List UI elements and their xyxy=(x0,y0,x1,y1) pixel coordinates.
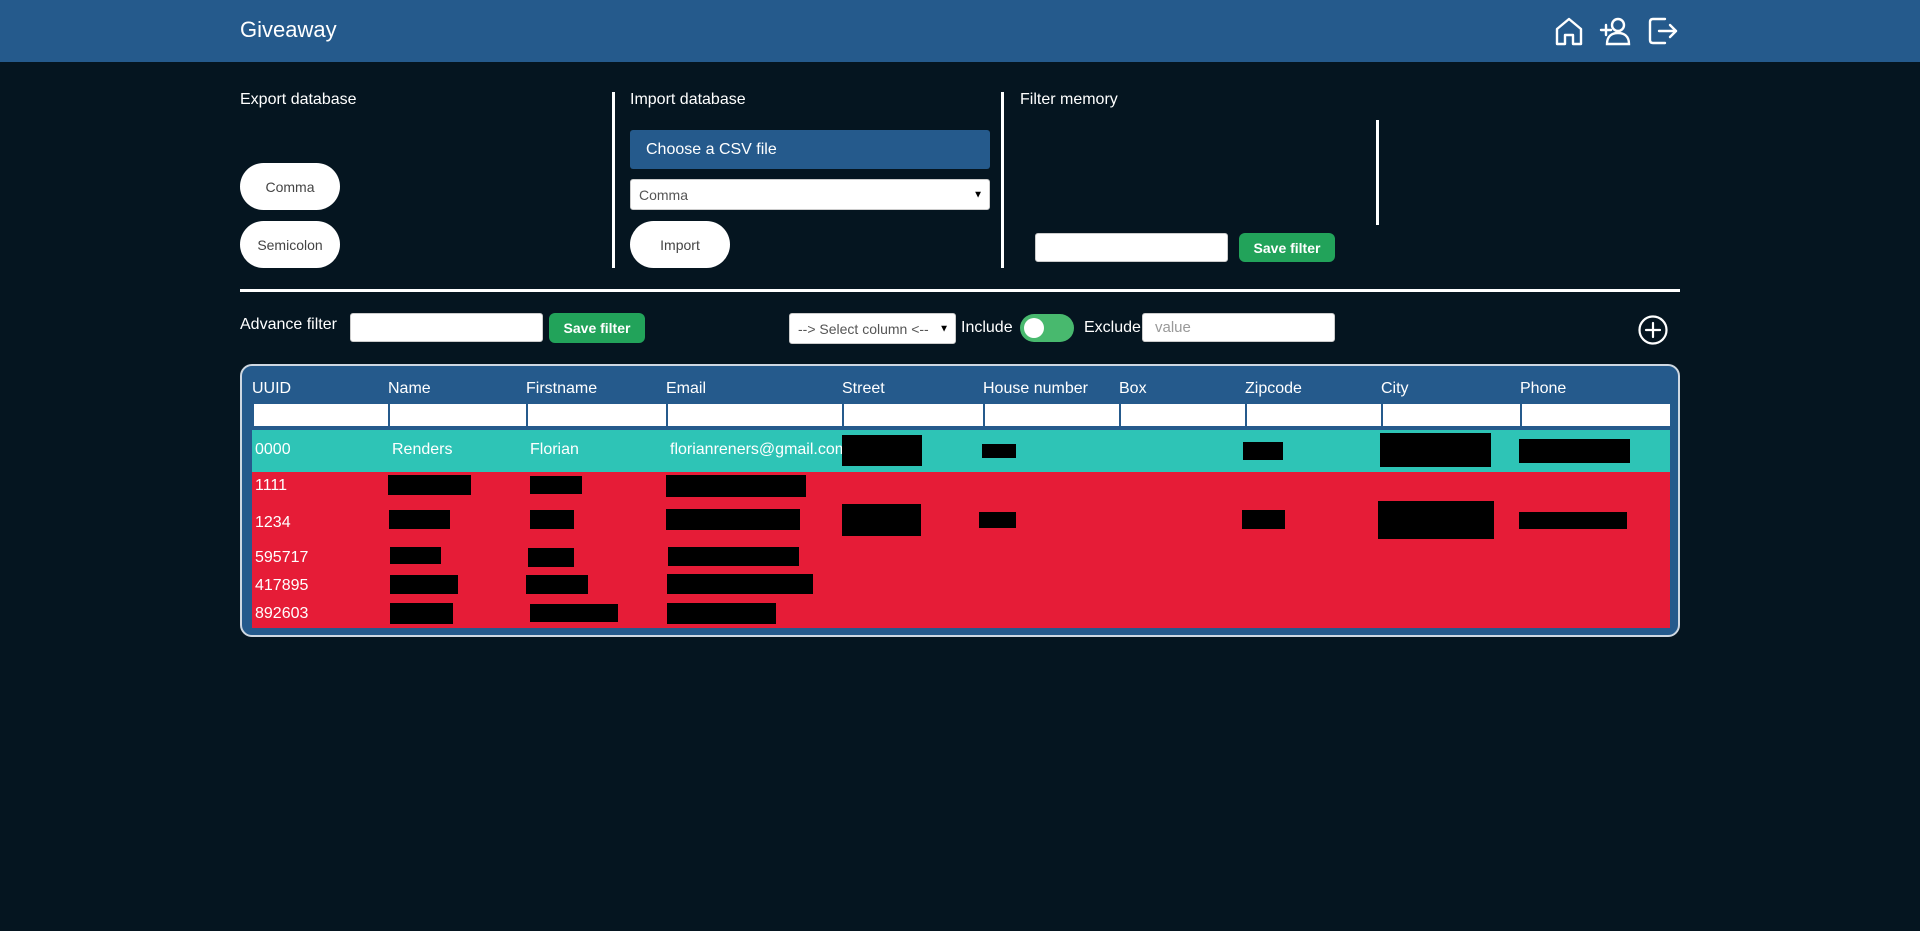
column-filter-input[interactable] xyxy=(388,404,526,426)
redacted-city xyxy=(1380,433,1491,467)
choose-csv-button[interactable]: Choose a CSV file xyxy=(630,130,990,169)
app-title: Giveaway xyxy=(240,17,337,42)
contacts-table: UUID Name Firstname Email Street House n… xyxy=(240,364,1680,637)
filter-value-input[interactable]: value xyxy=(1142,313,1335,342)
redacted-email xyxy=(668,547,799,566)
include-label: Include xyxy=(961,319,1013,336)
redacted-name xyxy=(390,547,441,564)
horizontal-divider xyxy=(240,289,1680,292)
advance-filter-save-button[interactable]: Save filter xyxy=(549,313,645,343)
export-semicolon-button[interactable]: Semicolon xyxy=(240,221,340,268)
redacted-house-number xyxy=(982,444,1016,458)
table-row[interactable]: 417895 xyxy=(252,572,1670,600)
cell-firstname: Florian xyxy=(530,441,579,458)
column-header-city[interactable]: City xyxy=(1381,380,1409,398)
column-filter-input[interactable] xyxy=(1245,404,1381,426)
export-comma-button[interactable]: Comma xyxy=(240,163,340,210)
filter-memory-name-input[interactable] xyxy=(1035,233,1228,262)
redacted-email xyxy=(667,603,776,624)
redacted-firstname xyxy=(528,548,574,567)
redacted-email xyxy=(666,509,800,530)
filter-memory-divider xyxy=(1376,120,1379,225)
cell-name: Renders xyxy=(392,441,453,458)
import-title: Import database xyxy=(630,91,746,108)
column-header-zipcode[interactable]: Zipcode xyxy=(1245,380,1302,398)
column-filter-input[interactable] xyxy=(983,404,1119,426)
redacted-name xyxy=(388,475,471,495)
column-filter-input[interactable] xyxy=(1381,404,1520,426)
add-user-icon[interactable] xyxy=(1599,14,1633,48)
redacted-city xyxy=(1378,501,1494,539)
chevron-down-icon: ▼ xyxy=(939,323,949,334)
import-delimiter-value: Comma xyxy=(639,186,689,203)
cell-email: florianreners@gmail.com xyxy=(670,441,849,458)
column-filter-input[interactable] xyxy=(252,404,388,426)
redacted-street xyxy=(842,504,921,536)
redacted-phone xyxy=(1519,512,1627,529)
logout-icon[interactable] xyxy=(1646,14,1680,48)
table-row[interactable]: 595717 xyxy=(252,544,1670,572)
cell-uuid: 1111 xyxy=(255,477,288,494)
cell-uuid: 892603 xyxy=(255,605,309,622)
column-header-street[interactable]: Street xyxy=(842,380,885,398)
column-header-phone[interactable]: Phone xyxy=(1520,380,1566,398)
import-delimiter-select[interactable]: Comma ▼ xyxy=(630,179,990,210)
redacted-firstname xyxy=(530,510,574,529)
redacted-house-number xyxy=(979,512,1016,528)
home-icon[interactable] xyxy=(1552,14,1586,48)
table-row[interactable]: 1234 xyxy=(252,500,1670,544)
redacted-zipcode xyxy=(1242,510,1285,529)
redacted-firstname xyxy=(530,604,618,622)
import-button[interactable]: Import xyxy=(630,221,730,268)
table-row[interactable]: 1111 xyxy=(252,472,1670,500)
choose-csv-label: Choose a CSV file xyxy=(646,140,777,158)
redacted-phone xyxy=(1519,439,1630,463)
column-filter-input[interactable] xyxy=(666,404,842,426)
column-header-box[interactable]: Box xyxy=(1119,380,1147,398)
column-filter-row xyxy=(252,404,1670,426)
filter-memory-title: Filter memory xyxy=(1020,91,1118,108)
top-bar: Giveaway xyxy=(0,0,1920,62)
column-header-firstname[interactable]: Firstname xyxy=(526,380,597,398)
advance-filter-name-input[interactable] xyxy=(350,313,543,342)
column-select-value: --> Select column <-- xyxy=(798,320,929,337)
chevron-down-icon: ▼ xyxy=(973,189,983,200)
include-exclude-toggle[interactable] xyxy=(1020,314,1074,342)
redacted-name xyxy=(390,575,458,594)
redacted-street xyxy=(842,435,922,466)
cell-uuid: 0000 xyxy=(255,441,291,458)
column-filter-input[interactable] xyxy=(526,404,666,426)
column-header-name[interactable]: Name xyxy=(388,380,431,398)
column-select[interactable]: --> Select column <-- ▼ xyxy=(789,313,956,344)
redacted-name xyxy=(390,603,453,624)
export-title: Export database xyxy=(240,91,357,108)
redacted-firstname xyxy=(530,476,582,494)
column-filter-input[interactable] xyxy=(1520,404,1670,426)
redacted-email xyxy=(666,475,806,497)
toggle-knob xyxy=(1024,318,1044,338)
column-header-email[interactable]: Email xyxy=(666,380,706,398)
exclude-label: Exclude xyxy=(1084,319,1141,336)
cell-uuid: 595717 xyxy=(255,549,309,566)
cell-uuid: 417895 xyxy=(255,577,309,594)
section-divider xyxy=(612,92,615,268)
column-filter-input[interactable] xyxy=(1119,404,1245,426)
column-header-uuid[interactable]: UUID xyxy=(252,380,291,398)
filter-memory-save-button[interactable]: Save filter xyxy=(1239,233,1335,262)
section-divider xyxy=(1001,92,1004,268)
advance-filter-label: Advance filter xyxy=(240,316,337,333)
table-row[interactable]: 0000 Renders Florian florianreners@gmail… xyxy=(252,430,1670,472)
redacted-zipcode xyxy=(1243,442,1283,460)
redacted-name xyxy=(389,510,450,529)
add-filter-icon[interactable] xyxy=(1637,314,1669,346)
redacted-email xyxy=(667,574,813,594)
column-filter-input[interactable] xyxy=(842,404,983,426)
cell-uuid: 1234 xyxy=(255,514,291,531)
table-row[interactable]: 892603 xyxy=(252,600,1670,628)
column-header-house-number[interactable]: House number xyxy=(983,380,1088,398)
redacted-firstname xyxy=(526,575,588,594)
